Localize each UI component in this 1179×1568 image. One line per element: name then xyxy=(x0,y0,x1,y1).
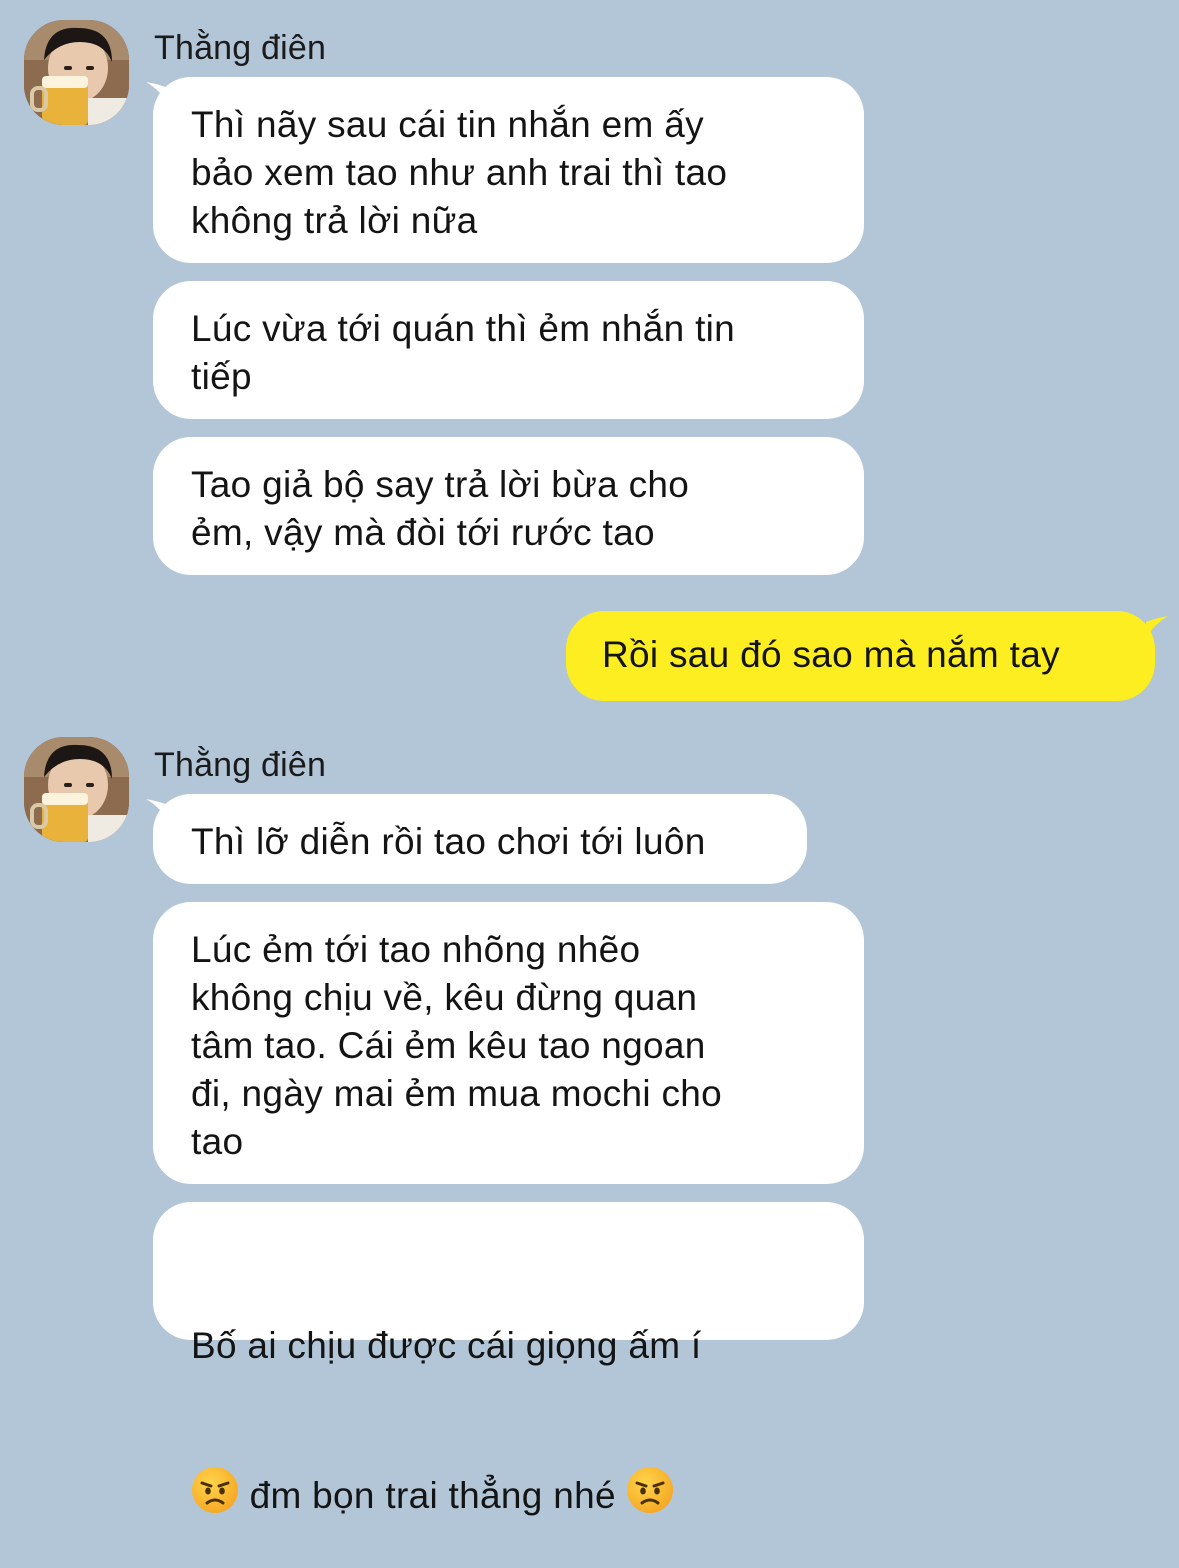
message-bubble-outgoing[interactable]: Rồi sau đó sao mà nắm tay xyxy=(566,611,1155,701)
sender-avatar[interactable] xyxy=(24,20,129,125)
message-line: Bố ai chịu được cái giọng ấm í xyxy=(191,1325,702,1366)
angry-face-emoji xyxy=(627,1467,674,1513)
user-avatar-icon xyxy=(24,20,129,125)
message-bubble-incoming[interactable]: Lúc vừa tới quán thì ẻm nhắn tin tiếp xyxy=(153,281,864,419)
bubble-tail xyxy=(1146,616,1168,638)
sender-avatar[interactable] xyxy=(24,737,129,842)
sender-name: Thằng điên xyxy=(154,746,327,784)
message-bubble-incoming[interactable]: Thì nãy sau cái tin nhắn em ấy bảo xem t… xyxy=(153,77,864,263)
user-avatar-icon xyxy=(24,737,129,842)
message-line: đm bọn trai thẳng nhé xyxy=(191,1466,828,1520)
sender-name: Thằng điên xyxy=(154,29,327,67)
angry-face-emoji xyxy=(192,1467,238,1513)
message-bubble-incoming[interactable]: Lúc ẻm tới tao nhõng nhẽo không chịu về,… xyxy=(153,902,864,1184)
message-bubble-incoming[interactable]: Tao giả bộ say trả lời bừa cho ẻm, vậy m… xyxy=(153,437,864,575)
message-bubble-incoming[interactable]: Thì lỡ diễn rồi tao chơi tới luôn xyxy=(153,794,807,884)
message-bubble-incoming[interactable]: Bố ai chịu được cái giọng ấm í đm bọn tr… xyxy=(153,1202,864,1516)
message-text: đm bọn trai thẳng nhé xyxy=(239,1475,627,1516)
